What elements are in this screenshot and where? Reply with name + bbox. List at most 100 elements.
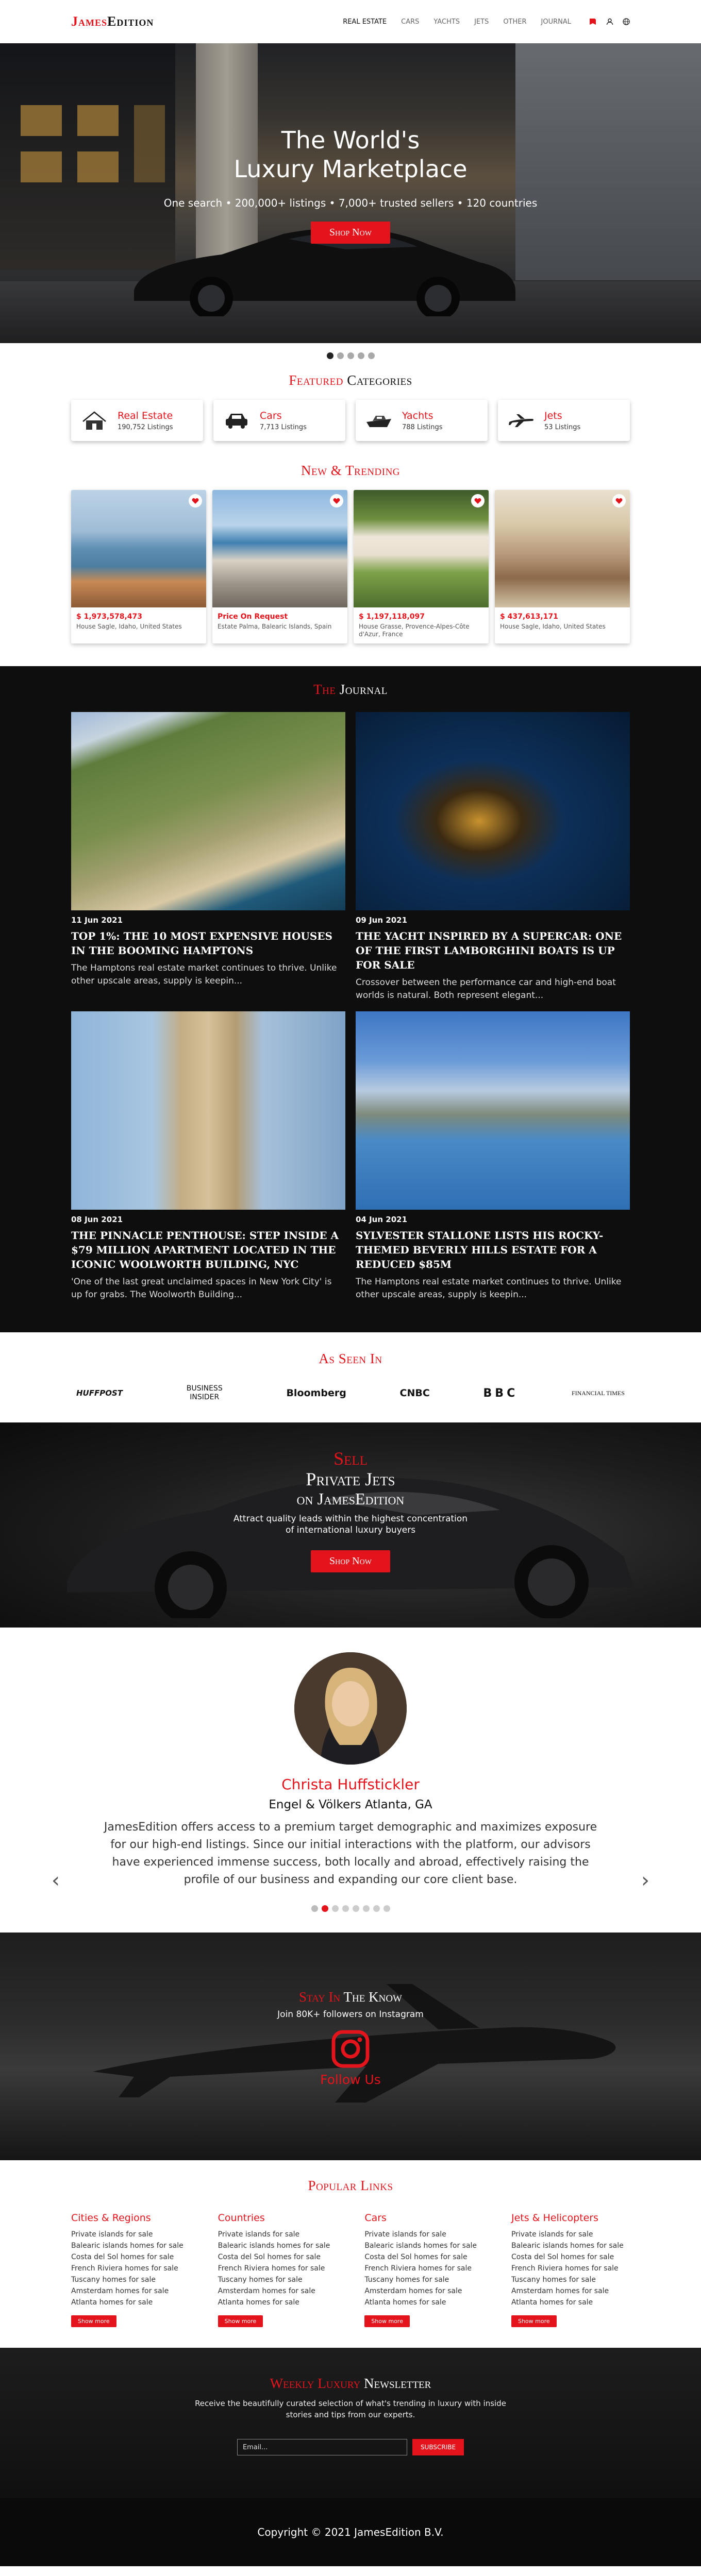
category-jets[interactable]: Jets 53 Listings [498, 400, 630, 441]
popular-link[interactable]: Costa del Sol homes for sale [71, 2251, 190, 2263]
category-count: 788 Listings [402, 423, 443, 431]
column-heading: Jets & Helicopters [511, 2212, 599, 2224]
article-date: 11 Jun 2021 [71, 916, 123, 925]
listing-card[interactable]: $ 437,613,171 House Sagle, Idaho, United… [495, 490, 630, 643]
nav-real-estate[interactable]: REAL ESTATE [343, 18, 387, 26]
popular-link[interactable]: Amsterdam homes for sale [218, 2285, 337, 2297]
popular-link[interactable]: Balearic islands homes for sale [218, 2240, 337, 2251]
carousel-dot[interactable] [352, 1905, 359, 1912]
journal-title: The Journal [71, 682, 630, 698]
popular-link[interactable]: Balearic islands homes for sale [364, 2240, 483, 2251]
sell-shop-now-button[interactable]: Shop Now [311, 1550, 390, 1572]
popular-link[interactable]: Atlanta homes for sale [364, 2297, 483, 2308]
article-image-woolworth-building[interactable] [71, 1011, 345, 1210]
listing-card[interactable]: $ 1,973,578,473 House Sagle, Idaho, Unit… [71, 490, 206, 643]
carousel-dot[interactable] [331, 1905, 339, 1912]
subscribe-button[interactable]: SUBSCRIBE [412, 2439, 464, 2455]
newsletter-title: Weekly Luxury Newsletter [0, 2348, 701, 2392]
carousel-dot[interactable] [321, 1905, 328, 1912]
category-count: 7,713 Listings [260, 423, 307, 431]
article-image-lamborghini-boat[interactable] [356, 712, 630, 910]
instagram-icon[interactable] [330, 2029, 371, 2069]
carousel-dot[interactable] [368, 352, 375, 359]
sell-description: Attract quality leads within the highest… [233, 1514, 468, 1535]
popular-column-cities: Cities & Regions Private islands for sal… [71, 2212, 190, 2327]
popular-link[interactable]: Private islands for sale [71, 2229, 190, 2240]
popular-link[interactable]: Private islands for sale [218, 2229, 337, 2240]
popular-link[interactable]: Costa del Sol homes for sale [511, 2251, 630, 2263]
show-more-button[interactable]: Show more [71, 2315, 116, 2327]
popular-link[interactable]: French Riviera homes for sale [218, 2263, 337, 2274]
bookmark-icon[interactable] [590, 18, 597, 25]
popular-link[interactable]: Balearic islands homes for sale [511, 2240, 630, 2251]
carousel-dot[interactable] [326, 352, 333, 359]
carousel-dot[interactable] [347, 352, 354, 359]
nav-cars[interactable]: CARS [401, 18, 419, 26]
carousel-dot[interactable] [357, 352, 364, 359]
popular-link[interactable]: French Riviera homes for sale [364, 2263, 483, 2274]
chevron-right-icon[interactable]: › [641, 1869, 649, 1892]
popular-link[interactable]: Amsterdam homes for sale [364, 2285, 483, 2297]
globe-icon[interactable] [623, 18, 630, 25]
popular-link[interactable]: Balearic islands homes for sale [71, 2240, 190, 2251]
listing-card[interactable]: Price On Request Estate Palma, Balearic … [212, 490, 347, 643]
carousel-dot[interactable] [373, 1905, 380, 1912]
nav-journal[interactable]: JOURNAL [541, 18, 571, 26]
article-excerpt: Crossover between the performance car an… [356, 977, 616, 1001]
popular-link[interactable]: Amsterdam homes for sale [511, 2285, 630, 2297]
popular-link[interactable]: Atlanta homes for sale [511, 2297, 630, 2308]
popular-links-section: Popular Links Cities & Regions Private i… [0, 2160, 701, 2348]
show-more-button[interactable]: Show more [218, 2315, 263, 2327]
email-field[interactable] [237, 2439, 407, 2455]
popular-link[interactable]: French Riviera homes for sale [511, 2263, 630, 2274]
favorite-heart-icon[interactable] [471, 494, 485, 507]
follow-us-link[interactable]: Follow Us [0, 2072, 701, 2087]
category-label: Yachts [402, 410, 433, 421]
article-date: 04 Jun 2021 [356, 1215, 408, 1224]
show-more-button[interactable]: Show more [511, 2315, 557, 2327]
favorite-heart-icon[interactable] [612, 494, 626, 507]
title-red-part: Popular [308, 2178, 357, 2193]
testimonial-carousel-dots [71, 1905, 630, 1912]
carousel-dot[interactable] [342, 1905, 349, 1912]
article-image-stallone-estate[interactable] [356, 1011, 630, 1210]
popular-link[interactable]: Tuscany homes for sale [218, 2274, 337, 2285]
show-more-button[interactable]: Show more [364, 2315, 410, 2327]
popular-link[interactable]: Costa del Sol homes for sale [218, 2251, 337, 2263]
popular-link[interactable]: Private islands for sale [364, 2229, 483, 2240]
hero-shop-now-button[interactable]: Shop Now [311, 222, 390, 244]
carousel-dot[interactable] [383, 1905, 390, 1912]
site-logo[interactable]: JamesEdition [71, 14, 154, 29]
listing-card[interactable]: $ 1,197,118,097 House Grasse, Provence-A… [354, 490, 489, 643]
article-title[interactable]: SYLVESTER STALLONE LISTS HIS ROCKY-THEME… [356, 1228, 630, 1272]
article-image-hamptons[interactable] [71, 712, 345, 910]
nav-yachts[interactable]: YACHTS [433, 18, 460, 26]
hero-title: The World's Luxury Marketplace [0, 126, 701, 183]
carousel-dot[interactable] [362, 1905, 370, 1912]
popular-link[interactable]: French Riviera homes for sale [71, 2263, 190, 2274]
chevron-left-icon[interactable]: ‹ [52, 1869, 60, 1892]
listing-location: House Grasse, Provence-Alpes-Côte d'Azur… [359, 623, 470, 638]
popular-link[interactable]: Atlanta homes for sale [218, 2297, 337, 2308]
popular-link[interactable]: Tuscany homes for sale [71, 2274, 190, 2285]
category-cars[interactable]: Cars 7,713 Listings [213, 400, 345, 441]
nav-jets[interactable]: JETS [474, 18, 489, 26]
article-title[interactable]: THE PINNACLE PENTHOUSE: STEP INSIDE A $7… [71, 1228, 345, 1272]
nav-other[interactable]: OTHER [503, 18, 526, 26]
favorite-heart-icon[interactable] [189, 494, 202, 507]
carousel-dot[interactable] [311, 1905, 318, 1912]
category-real-estate[interactable]: Real Estate 190,752 Listings [71, 400, 203, 441]
carousel-dot[interactable] [337, 352, 344, 359]
category-yachts[interactable]: Yachts 788 Listings [356, 400, 488, 441]
popular-link[interactable]: Atlanta homes for sale [71, 2297, 190, 2308]
popular-link[interactable]: Costa del Sol homes for sale [364, 2251, 483, 2263]
popular-link[interactable]: Amsterdam homes for sale [71, 2285, 190, 2297]
popular-link[interactable]: Tuscany homes for sale [364, 2274, 483, 2285]
article-title[interactable]: TOP 1%: THE 10 MOST EXPENSIVE HOUSES IN … [71, 929, 345, 958]
user-icon[interactable] [606, 18, 613, 25]
hero-title-line2: Luxury Marketplace [233, 155, 468, 183]
popular-link[interactable]: Private islands for sale [511, 2229, 630, 2240]
article-title[interactable]: THE YACHT INSPIRED BY A SUPERCAR: ONE OF… [356, 929, 630, 972]
favorite-heart-icon[interactable] [330, 494, 343, 507]
popular-link[interactable]: Tuscany homes for sale [511, 2274, 630, 2285]
